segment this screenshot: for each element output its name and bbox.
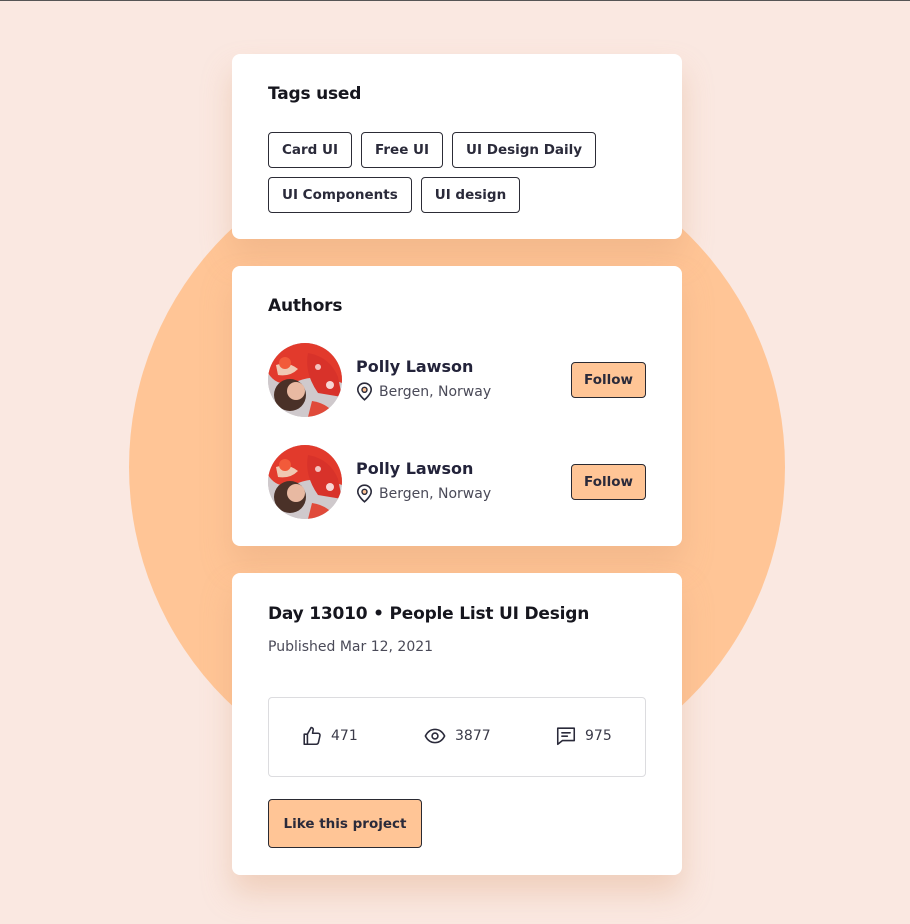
project-stats: 471 3877 975 [268,697,646,777]
tag-card-ui[interactable]: Card UI [268,132,353,168]
eye-icon [424,728,446,744]
map-pin-icon [356,484,373,503]
authors-card-title: Authors [268,296,343,316]
avatar-photo [268,445,342,519]
avatar[interactable] [268,343,342,417]
project-title: Day 13010 • People List UI Design [268,604,590,624]
views-stat[interactable]: 3877 [423,725,491,747]
follow-button[interactable]: Follow [571,464,646,500]
avatar[interactable] [268,445,342,519]
likes-count: 471 [331,728,358,744]
author-location: Bergen, Norway [356,382,491,401]
project-card: Day 13010 • People List UI Design Publis… [232,573,682,875]
author-location-text: Bergen, Norway [379,383,492,400]
tags-card-title: Tags used [268,84,362,104]
tag-list: Card UI Free UI UI Design Daily UI Compo… [268,132,658,213]
comment-icon [556,727,576,746]
like-project-button[interactable]: Like this project [268,799,422,848]
tag-free-ui[interactable]: Free UI [361,132,444,168]
follow-button[interactable]: Follow [571,362,646,398]
author-name[interactable]: Polly Lawson [356,357,473,376]
author-name[interactable]: Polly Lawson [356,459,473,478]
published-date: Published Mar 12, 2021 [268,639,434,655]
comments-stat[interactable]: 975 [555,725,612,747]
likes-stat[interactable]: 471 [301,725,358,747]
author-item: Polly Lawson Bergen, Norway Follow [268,445,646,519]
comments-count: 975 [585,728,612,744]
tag-ui-design-daily[interactable]: UI Design Daily [452,132,597,168]
authors-card: Authors Polly Lawson Bergen, Norway Foll… [232,266,682,546]
author-item: Polly Lawson Bergen, Norway Follow [268,343,646,417]
author-location-text: Bergen, Norway [379,485,492,502]
avatar-photo [268,343,342,417]
tags-card: Tags used Card UI Free UI UI Design Dail… [232,54,682,239]
map-pin-icon [356,382,373,401]
views-count: 3877 [455,728,491,744]
author-location: Bergen, Norway [356,484,491,503]
tag-ui-design[interactable]: UI design [420,177,521,213]
tag-ui-components[interactable]: UI Components [268,177,412,213]
thumbs-up-icon [303,726,321,746]
